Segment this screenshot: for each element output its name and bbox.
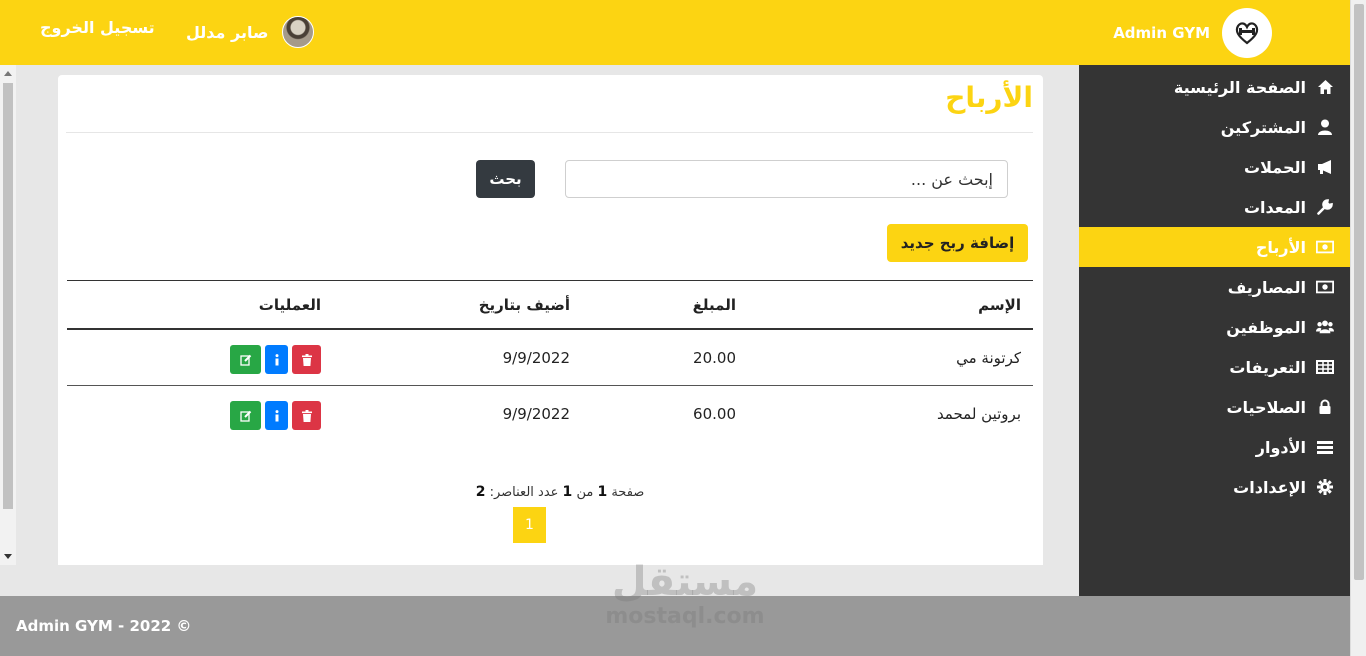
money-icon (1316, 278, 1334, 296)
pagination-of-word: من (576, 485, 594, 500)
info-icon (275, 353, 278, 365)
profits-table: الإسم المبلغ أضيف بتاريخ العمليات كرتونة… (67, 280, 1033, 442)
sidebar-item-label: الصلاحيات (1226, 397, 1306, 417)
content-panel: الأرباح بحث إضافة ربح جديد (58, 75, 1043, 270)
top-header: Admin GYM صابر مدلل تسجيل الخروج (0, 0, 1350, 65)
footer-text: Admin GYM - 2022 © (16, 617, 192, 635)
pencil-icon (239, 354, 251, 366)
row-actions (230, 345, 321, 374)
row-amount: 60.00 (693, 405, 736, 423)
scroll-down-arrow-icon[interactable] (4, 554, 12, 559)
content-scrollbar-thumb[interactable] (3, 83, 13, 509)
edit-button[interactable] (230, 345, 261, 374)
trash-icon (301, 353, 312, 366)
sidebar-item-label: الأدوار (1255, 437, 1306, 457)
watermark: مستقل mostaql.com (600, 560, 770, 630)
column-header-name[interactable]: الإسم (978, 296, 1021, 314)
pencil-icon (239, 410, 251, 422)
edit-button[interactable] (230, 401, 261, 430)
window-scrollbar-thumb[interactable] (1354, 4, 1364, 580)
pagination-count: 2 (475, 484, 486, 500)
sidebar-item-subscribers[interactable]: المشتركين (1079, 107, 1350, 147)
gear-icon (1316, 478, 1334, 496)
wrench-icon (1316, 198, 1334, 216)
table-row: بروتين لمحمد 60.00 9/9/2022 (67, 386, 1033, 442)
row-name: بروتين لمحمد (936, 405, 1021, 423)
watermark-arabic: مستقل (611, 559, 759, 605)
page-title: الأرباح (945, 81, 1033, 114)
row-amount: 20.00 (693, 348, 736, 367)
pagination-total-pages: 1 (562, 484, 573, 500)
search-input[interactable] (565, 160, 1008, 198)
sidebar-item-roles[interactable]: الأدوار (1079, 427, 1350, 467)
row-name: كرتونة مي (956, 348, 1021, 367)
row-actions (230, 401, 321, 430)
money-icon (1316, 238, 1334, 256)
sidebar-item-label: الموظفين (1226, 317, 1306, 337)
sidebar-item-label: الصفحة الرئيسية (1173, 77, 1306, 97)
sidebar-item-label: الحملات (1244, 157, 1306, 177)
pagination-current: 1 (597, 484, 608, 500)
delete-button[interactable] (292, 345, 321, 374)
sidebar-item-home[interactable]: الصفحة الرئيسية (1079, 67, 1350, 107)
brand-name: Admin GYM (1113, 24, 1210, 42)
sidebar-item-employees[interactable]: الموظفين (1079, 307, 1350, 347)
table-header-row: الإسم المبلغ أضيف بتاريخ العمليات (67, 280, 1033, 330)
users-icon (1316, 318, 1334, 336)
column-header-date[interactable]: أضيف بتاريخ (479, 296, 570, 314)
pagination-info: صفحة 1 من 1 عدد العناصر: 2 (360, 484, 760, 500)
list-icon (1316, 438, 1334, 456)
add-profit-button[interactable]: إضافة ربح جديد (887, 224, 1028, 262)
sidebar-item-label: المعدات (1243, 197, 1306, 217)
watermark-latin: mostaql.com (605, 604, 765, 629)
trash-icon (301, 409, 312, 422)
logout-link[interactable]: تسجيل الخروج (40, 18, 155, 37)
sidebar-item-label: التعريفات (1229, 357, 1306, 377)
table-row: كرتونة مي 20.00 9/9/2022 (67, 330, 1033, 386)
gym-logo-icon (1222, 8, 1272, 58)
avatar[interactable] (282, 16, 315, 48)
sidebar-item-definitions[interactable]: التعريفات (1079, 347, 1350, 387)
column-header-actions: العمليات (258, 295, 321, 314)
sidebar-item-permissions[interactable]: الصلاحيات (1079, 387, 1350, 427)
window-scrollbar[interactable] (1350, 0, 1366, 656)
sidebar-item-equipment[interactable]: المعدات (1079, 187, 1350, 227)
user-menu[interactable]: صابر مدلل (186, 16, 315, 48)
row-date: 9/9/2022 (502, 405, 570, 423)
megaphone-icon (1316, 158, 1334, 176)
brand[interactable]: Admin GYM (1113, 8, 1272, 58)
scroll-up-arrow-icon[interactable] (4, 71, 12, 76)
column-header-amount[interactable]: المبلغ (693, 296, 736, 314)
sidebar-item-profits[interactable]: الأرباح (1079, 227, 1350, 267)
sidebar-item-label: الإعدادات (1233, 477, 1306, 497)
sidebar-item-settings[interactable]: الإعدادات (1079, 467, 1350, 507)
heart-dumbbell-icon (1235, 22, 1259, 45)
sidebar-item-label: المصاريف (1227, 277, 1306, 297)
row-date: 9/9/2022 (502, 348, 570, 367)
sidebar-item-campaigns[interactable]: الحملات (1079, 147, 1350, 187)
home-icon (1316, 78, 1334, 96)
sidebar-item-expenses[interactable]: المصاريف (1079, 267, 1350, 307)
divider (66, 132, 1033, 133)
info-icon (275, 409, 278, 421)
info-button[interactable] (265, 401, 288, 430)
user-name: صابر مدلل (186, 22, 269, 42)
sidebar-item-label: الأرباح (1255, 237, 1306, 257)
sidebar: الصفحة الرئيسية المشتركين الحملات المعدا… (1079, 65, 1350, 596)
lock-icon (1316, 398, 1334, 416)
sidebar-item-label: المشتركين (1220, 117, 1306, 137)
page-button-1[interactable]: 1 (513, 507, 546, 543)
content-scrollbar[interactable] (0, 65, 16, 565)
pagination-page-word: صفحة (611, 485, 645, 500)
user-icon (1316, 118, 1334, 136)
pagination-count-label: عدد العناصر: (489, 485, 559, 500)
info-button[interactable] (265, 345, 288, 374)
table-icon (1316, 358, 1334, 376)
delete-button[interactable] (292, 401, 321, 430)
search-button[interactable]: بحث (476, 160, 535, 198)
